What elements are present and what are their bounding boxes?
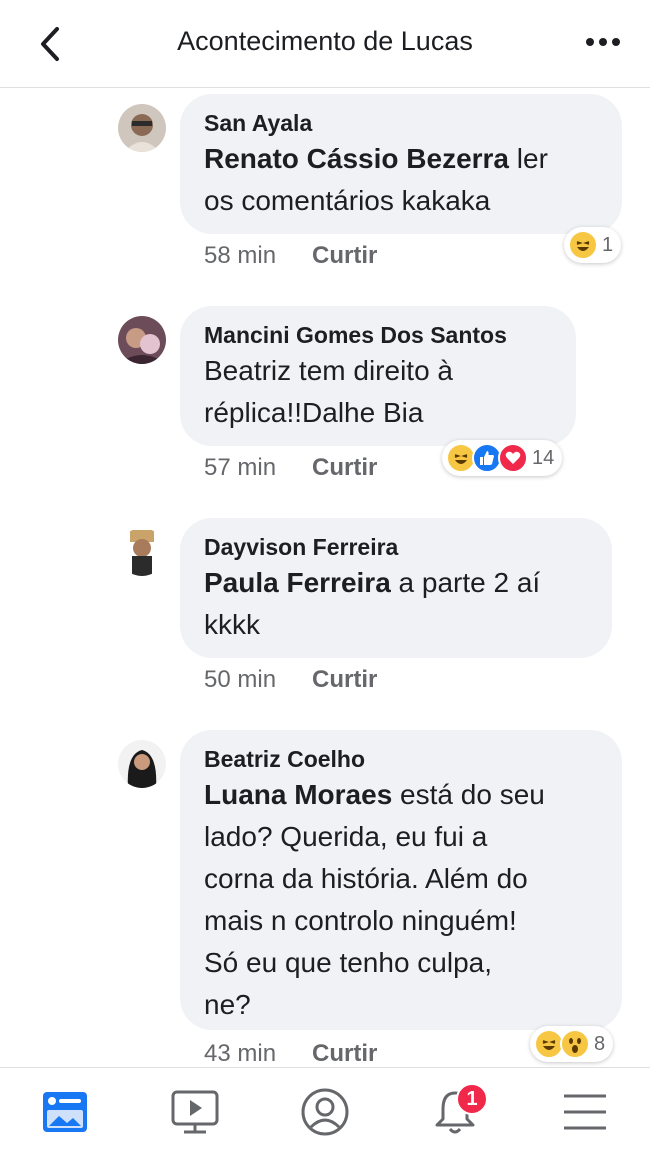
comment-time: 58 min [204, 242, 277, 269]
like-button[interactable]: Curtir [312, 666, 377, 694]
nav-menu[interactable] [550, 1077, 620, 1147]
avatar-image [118, 104, 166, 152]
comment-meta: 43 min Curtir [204, 1040, 377, 1068]
comment-time: 43 min [204, 1040, 277, 1067]
menu-icon [564, 1094, 606, 1130]
reaction-summary[interactable]: 8 [530, 1026, 614, 1062]
mention-link[interactable]: Luana Moraes [204, 779, 392, 810]
like-button[interactable]: Curtir [312, 1040, 377, 1068]
nav-notifications[interactable]: 1 [420, 1077, 490, 1147]
comment-meta: 58 min Curtir [204, 242, 377, 270]
notification-badge: 1 [456, 1083, 488, 1115]
nav-profile[interactable] [290, 1077, 360, 1147]
news-feed-icon [43, 1092, 87, 1132]
more-options-button[interactable] [578, 24, 628, 60]
comment-bubble[interactable]: Mancini Gomes Dos Santos Beatriz tem dir… [180, 306, 576, 446]
comment-author[interactable]: Mancini Gomes Dos Santos [204, 320, 552, 350]
avatar[interactable] [118, 740, 166, 788]
reaction-count: 14 [532, 446, 555, 469]
avatar[interactable] [118, 316, 166, 364]
nav-news-feed[interactable] [30, 1077, 100, 1147]
avatar-image [118, 528, 166, 576]
reaction-summary[interactable]: 1 [564, 227, 622, 263]
reaction-count: 8 [594, 1032, 606, 1055]
wow-reaction-icon [560, 1029, 590, 1059]
watch-icon [171, 1090, 219, 1134]
comment-time: 50 min [204, 666, 277, 693]
like-button[interactable]: Curtir [312, 242, 377, 270]
comment-meta: 57 min Curtir [204, 454, 377, 482]
comment-bubble[interactable]: San Ayala Renato Cássio Bezerra ler os c… [180, 94, 622, 234]
haha-reaction-icon [568, 230, 598, 260]
comment-author[interactable]: Beatriz Coelho [204, 744, 598, 774]
avatar-image [118, 740, 166, 788]
love-reaction-icon [498, 443, 528, 473]
profile-icon [301, 1088, 349, 1136]
avatar-image [118, 316, 166, 364]
reaction-summary[interactable]: 14 [442, 440, 563, 476]
comment-author[interactable]: San Ayala [204, 108, 598, 138]
avatar[interactable] [118, 104, 166, 152]
comment-text: Beatriz tem direito à réplica!!Dalhe Bia [204, 355, 453, 428]
comment-author[interactable]: Dayvison Ferreira [204, 532, 588, 562]
mention-link[interactable]: Renato Cássio Bezerra [204, 143, 509, 174]
like-button[interactable]: Curtir [312, 454, 377, 482]
ellipsis-icon [586, 38, 594, 46]
nav-watch[interactable] [160, 1077, 230, 1147]
comment-meta: 50 min Curtir [204, 666, 377, 694]
comment-time: 57 min [204, 454, 277, 481]
comment-bubble[interactable]: Beatriz Coelho Luana Moraes está do seu … [180, 730, 622, 1030]
bottom-navigation: 1 [0, 1067, 650, 1156]
comment-text: Renato Cássio Bezerra ler os comentários… [204, 143, 548, 216]
mention-link[interactable]: Paula Ferreira [204, 567, 391, 598]
page-title: Acontecimento de Lucas [177, 26, 473, 56]
comment-text: Luana Moraes está do seu lado? Querida, … [204, 779, 545, 1020]
avatar[interactable] [118, 528, 166, 576]
reaction-count: 1 [602, 233, 614, 256]
comment-text: Paula Ferreira a parte 2 aí kkkk [204, 567, 541, 640]
comment-bubble[interactable]: Dayvison Ferreira Paula Ferreira a parte… [180, 518, 612, 658]
top-bar: Acontecimento de Lucas [0, 0, 650, 88]
